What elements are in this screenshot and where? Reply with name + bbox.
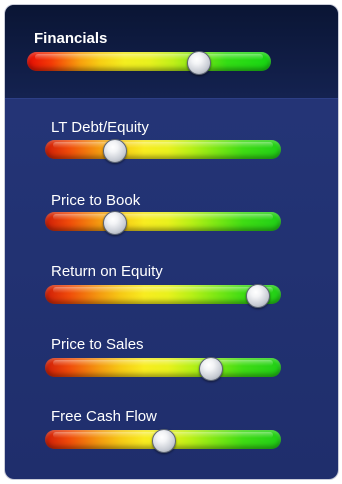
slider-knob-icon[interactable] — [186, 50, 211, 75]
metric-label-price-to-book: Price to Book — [51, 192, 141, 209]
slider-knob-icon[interactable] — [102, 138, 127, 163]
metric-label-return-on-equity: Return on Equity — [51, 263, 163, 280]
gauge-track — [45, 358, 281, 377]
gauge-track — [45, 212, 281, 231]
price-to-book-gauge[interactable] — [45, 210, 281, 235]
financials-panel: Financials LT Debt/Equity Price to Book … — [5, 5, 338, 479]
metric-label-price-to-sales: Price to Sales — [51, 336, 144, 353]
return-on-equity-gauge[interactable] — [45, 283, 281, 308]
slider-knob-icon[interactable] — [199, 356, 224, 381]
price-to-sales-gauge[interactable] — [45, 356, 281, 381]
gauge-track — [27, 52, 271, 71]
lt-debt-equity-gauge[interactable] — [45, 138, 281, 163]
gauge-track — [45, 140, 281, 159]
slider-knob-icon[interactable] — [152, 428, 176, 453]
slider-knob-icon[interactable] — [102, 210, 127, 235]
metric-label-lt-debt-equity: LT Debt/Equity — [51, 119, 149, 136]
free-cash-flow-gauge[interactable] — [45, 428, 281, 453]
metric-label-free-cash-flow: Free Cash Flow — [51, 408, 157, 425]
financials-gauge[interactable] — [27, 50, 271, 75]
slider-knob-icon[interactable] — [246, 283, 271, 308]
panel-header: Financials — [5, 5, 338, 99]
panel-title: Financials — [34, 30, 108, 47]
